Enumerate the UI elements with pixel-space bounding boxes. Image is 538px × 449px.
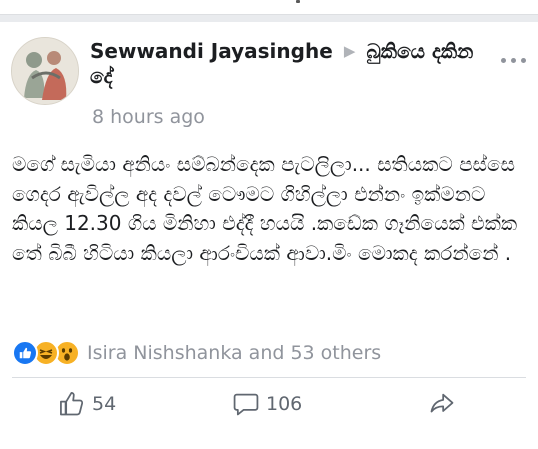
share-to-arrow-icon: ▶ [343,42,356,60]
post-card: Sewwandi Jayasinghe ▶ බුකියෙ දකින දේ 8 h… [0,22,538,449]
scroll-indicator [296,0,300,3]
like-icon [12,340,38,366]
more-options-icon[interactable] [501,58,526,63]
author-name[interactable]: Sewwandi Jayasinghe [90,39,333,63]
post-timestamp[interactable]: 8 hours ago [92,106,205,128]
reaction-names[interactable]: Isira Nishshanka and 53 others [87,342,381,364]
top-strip [0,0,538,14]
like-button[interactable]: 54 [58,390,116,418]
share-icon [430,393,454,413]
reaction-summary[interactable]: Isira Nishshanka and 53 others [12,340,381,366]
comment-count: 106 [266,393,303,415]
action-divider [12,377,526,378]
post-body: මගේ සැමියා අනියං සම්බන්දෙක පැටලිලා... සත… [12,152,518,265]
post-header: Sewwandi Jayasinghe ▶ බුකියෙ දකින දේ [90,38,480,88]
comment-button[interactable]: 106 [232,390,302,418]
share-button[interactable] [428,390,456,418]
comment-icon [233,393,259,416]
avatar[interactable] [11,37,79,105]
feed-separator [0,14,538,22]
thumbs-up-icon [60,392,84,416]
like-count: 54 [92,393,117,415]
